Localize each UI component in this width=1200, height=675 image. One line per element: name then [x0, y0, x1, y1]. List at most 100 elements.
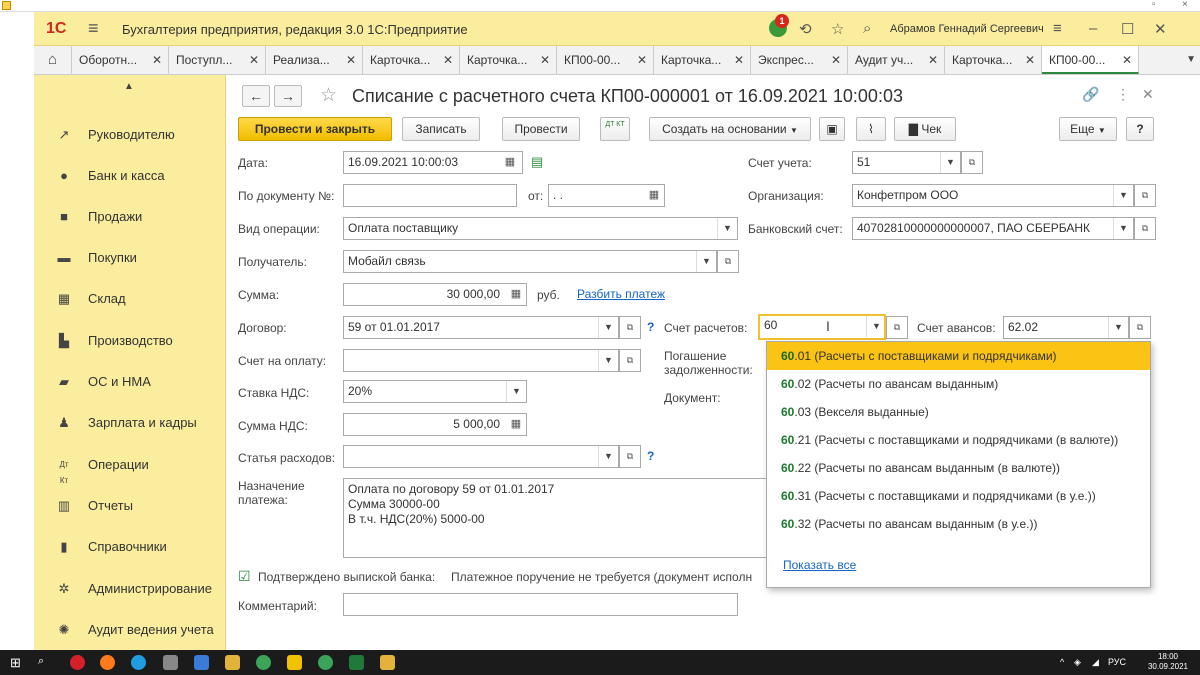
chevron-down-icon[interactable]: ▼ [598, 317, 618, 338]
sidebar-item-payroll[interactable]: ♟ Зарплата и кадры [34, 408, 226, 438]
sidebar-item-manager[interactable]: ↗ Руководителю [34, 120, 226, 150]
tab-7[interactable]: Карточка... ✕ [654, 46, 751, 74]
volume-icon[interactable]: ◢ [1092, 657, 1099, 668]
open-bank-account-button[interactable]: ⧉ [1134, 217, 1156, 240]
history-icon[interactable]: ⟲ [799, 20, 812, 38]
more-actions-button[interactable]: Еще ▼ [1059, 117, 1117, 141]
open-organization-button[interactable]: ⧉ [1134, 184, 1156, 207]
payment-purpose-textarea[interactable]: Оплата по договору 59 от 01.01.2017 Сумм… [343, 478, 767, 558]
tab-4[interactable]: Карточка... ✕ [363, 46, 460, 74]
sidebar-item-production[interactable]: ▙ Производство [34, 326, 226, 356]
tab-close-icon[interactable]: ✕ [443, 46, 453, 74]
tab-8[interactable]: Экспрес... ✕ [751, 46, 848, 74]
favorite-star-icon[interactable]: ☆ [320, 84, 337, 107]
sidebar-item-bank[interactable]: ● Банк и касса [34, 161, 226, 191]
post-and-close-button[interactable]: Провести и закрыть [238, 117, 392, 141]
settings-menu-icon[interactable]: ≡ [1053, 20, 1062, 37]
show-all-link[interactable]: Показать все [783, 558, 856, 572]
create-based-on-button[interactable]: Создать на основании ▼ [649, 117, 811, 141]
suggestion-item[interactable]: 60.32 (Расчеты по авансам выданным (в у.… [767, 510, 1150, 538]
outer-restore-icon[interactable]: ▫ [1152, 0, 1156, 10]
save-button[interactable]: Записать [402, 117, 480, 141]
tabs-more-icon[interactable]: ▼ [1186, 46, 1196, 74]
tab-close-icon[interactable]: ✕ [249, 46, 259, 74]
open-expense-item-button[interactable]: ⧉ [619, 445, 641, 468]
tab-close-icon[interactable]: ✕ [1122, 46, 1132, 74]
chevron-down-icon[interactable]: ▼ [1113, 185, 1133, 206]
system-clock[interactable]: 18:00 30.09.2021 [1148, 652, 1188, 672]
more-vertical-icon[interactable]: ⋮ [1116, 86, 1130, 103]
sidebar-item-admin[interactable]: ✲ Администрирование [34, 574, 226, 604]
sidebar-item-operations[interactable]: Дт Кт Операции [34, 450, 226, 485]
close-window-icon[interactable]: ✕ [1154, 20, 1167, 38]
sidebar-item-warehouse[interactable]: ▦ Склад [34, 284, 226, 314]
tab-close-icon[interactable]: ✕ [928, 46, 938, 74]
calculator-icon[interactable]: ▦ [506, 414, 526, 435]
open-settlement-account-button[interactable]: ⧉ [886, 316, 908, 339]
chevron-down-icon[interactable]: ▼ [940, 152, 960, 173]
chevron-down-icon[interactable]: ▼ [866, 316, 886, 337]
operation-type-select[interactable]: Оплата поставщику [343, 217, 738, 240]
organization-field[interactable]: Конфетпром ООО [852, 184, 1134, 207]
skype-icon[interactable] [131, 655, 146, 670]
dt-kt-button[interactable]: ДТ КТ [600, 117, 630, 141]
suggestion-item[interactable]: 60.21 (Расчеты с поставщиками и подрядчи… [767, 426, 1150, 454]
contract-field[interactable]: 59 от 01.01.2017 [343, 316, 619, 339]
tab-close-icon[interactable]: ✕ [152, 46, 162, 74]
sidebar-item-references[interactable]: ▮ Справочники [34, 532, 226, 562]
suggestion-item-selected[interactable]: 60.01 (Расчеты с поставщиками и подрядчи… [767, 342, 1150, 370]
sidebar-item-reports[interactable]: ▥ Отчеты [34, 491, 226, 521]
tab-9[interactable]: Аудит уч... ✕ [848, 46, 945, 74]
tab-close-icon[interactable]: ✕ [831, 46, 841, 74]
structure-button[interactable]: ▣ [819, 117, 845, 141]
chrome-icon[interactable] [256, 655, 271, 670]
close-form-icon[interactable]: ✕ [1142, 86, 1154, 103]
calculator-icon[interactable]: ▦ [506, 284, 526, 305]
app-icon[interactable] [380, 655, 395, 670]
chevron-down-icon[interactable]: ▼ [1108, 317, 1128, 338]
sum-field[interactable]: 30 000,00 [343, 283, 527, 306]
chevron-down-icon[interactable]: ▼ [598, 350, 618, 371]
chevron-down-icon[interactable]: ▼ [1113, 218, 1133, 239]
app-icon[interactable] [163, 655, 178, 670]
tab-close-icon[interactable]: ✕ [734, 46, 744, 74]
sidebar-item-purchases[interactable]: ▬ Покупки [34, 243, 226, 273]
suggestion-item[interactable]: 60.02 (Расчеты по авансам выданным) [767, 370, 1150, 398]
search-icon[interactable]: ⌕ [863, 20, 871, 37]
bank-account-field[interactable]: 40702810000000000007, ПАО СБЕРБАНК [852, 217, 1134, 240]
tab-close-icon[interactable]: ✕ [1025, 46, 1035, 74]
post-button[interactable]: Провести [502, 117, 580, 141]
open-contract-button[interactable]: ⧉ [619, 316, 641, 339]
suggestion-item[interactable]: 60.31 (Расчеты с поставщиками и подрядчи… [767, 482, 1150, 510]
tab-close-icon[interactable]: ✕ [346, 46, 356, 74]
tab-5[interactable]: Карточка... ✕ [460, 46, 557, 74]
sidebar-scroll-up-icon[interactable]: ▲ [124, 81, 134, 92]
vat-rate-select[interactable]: 20% [343, 380, 527, 403]
home-tab-icon[interactable]: ⌂ [34, 46, 72, 74]
sidebar-item-fixed-assets[interactable]: ▰ ОС и НМА [34, 367, 226, 397]
open-invoice-button[interactable]: ⧉ [619, 349, 641, 372]
tab-close-icon[interactable]: ✕ [637, 46, 647, 74]
tray-chevron-icon[interactable]: ^ [1060, 657, 1064, 667]
excel-icon[interactable] [349, 655, 364, 670]
main-menu-icon[interactable]: ≡ [88, 18, 99, 39]
vat-sum-field[interactable]: 5 000,00 [343, 413, 527, 436]
outer-close-icon[interactable]: × [1182, 0, 1188, 10]
tab-1[interactable]: Оборотн... ✕ [72, 46, 169, 74]
opera-icon[interactable] [70, 655, 85, 670]
search-icon[interactable]: ⌕ [38, 655, 53, 670]
comment-field[interactable] [343, 593, 738, 616]
back-button[interactable]: ← [242, 85, 270, 107]
minimize-icon[interactable]: – [1089, 20, 1097, 37]
chevron-down-icon[interactable]: ▼ [598, 446, 618, 467]
tab-close-icon[interactable]: ✕ [540, 46, 550, 74]
suggestion-item[interactable]: 60.03 (Векселя выданные) [767, 398, 1150, 426]
tab-2[interactable]: Поступл... ✕ [169, 46, 266, 74]
link-icon[interactable]: 🔗 [1082, 86, 1099, 103]
app-icon[interactable] [194, 655, 209, 670]
sidebar-item-sales[interactable]: ■ Продажи [34, 202, 226, 232]
keyboard-language[interactable]: РУС [1108, 657, 1126, 667]
contract-help-icon[interactable]: ? [647, 320, 654, 334]
receipt-button[interactable]: ▇ Чек [894, 117, 956, 141]
windows-start-icon[interactable]: ⊞ [10, 655, 21, 671]
